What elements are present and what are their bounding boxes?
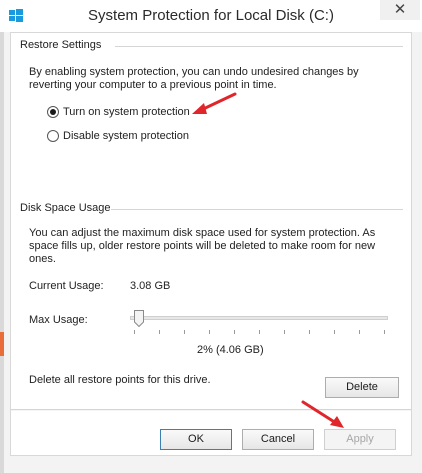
radio-turn-on-protection[interactable] [47, 106, 59, 118]
slider-tick [384, 330, 385, 334]
disk-space-title: Disk Space Usage [20, 202, 111, 214]
slider-tick [334, 330, 335, 334]
current-usage-value: 3.08 GB [130, 280, 171, 292]
cancel-button[interactable]: Cancel [242, 429, 314, 450]
slider-tick [184, 330, 185, 334]
slider-tick [284, 330, 285, 334]
close-icon: ✕ [393, 1, 407, 18]
radio-disable-protection[interactable] [47, 130, 59, 142]
close-button[interactable]: ✕ [380, 0, 420, 20]
max-usage-label: Max Usage: [29, 314, 88, 326]
slider-tick [209, 330, 210, 334]
title-bar: System Protection for Local Disk (C:) ✕ [0, 0, 422, 32]
restore-settings-description: By enabling system protection, you can u… [29, 66, 359, 91]
delete-restore-points-text: Delete all restore points for this drive… [29, 374, 211, 386]
slider-tick [159, 330, 160, 334]
delete-button[interactable]: Delete [325, 377, 399, 398]
max-usage-slider-track[interactable] [130, 316, 388, 320]
window-edge [0, 32, 4, 473]
radio-disable-protection-label[interactable]: Disable system protection [63, 130, 189, 142]
restore-settings-title: Restore Settings [20, 39, 102, 51]
max-usage-readout: 2% (4.06 GB) [197, 344, 264, 356]
content-panel: Restore Settings By enabling system prot… [10, 32, 412, 456]
slider-tick [134, 330, 135, 334]
slider-tick [309, 330, 310, 334]
dialog-window: System Protection for Local Disk (C:) ✕ … [0, 0, 422, 473]
disk-space-description: You can adjust the maximum disk space us… [29, 227, 376, 265]
slider-tick [259, 330, 260, 334]
apply-button[interactable]: Apply [324, 429, 396, 450]
red-arrow-icon [192, 92, 237, 114]
window-title: System Protection for Local Disk (C:) [88, 7, 334, 24]
slider-tick [234, 330, 235, 334]
ok-button[interactable]: OK [160, 429, 232, 450]
slider-thumb-icon[interactable] [134, 310, 145, 327]
current-usage-label: Current Usage: [29, 280, 104, 292]
restore-settings-divider [115, 46, 403, 47]
disk-space-divider [111, 209, 403, 210]
slider-tick [359, 330, 360, 334]
red-arrow-icon [301, 400, 344, 428]
radio-turn-on-protection-label[interactable]: Turn on system protection [63, 106, 190, 118]
